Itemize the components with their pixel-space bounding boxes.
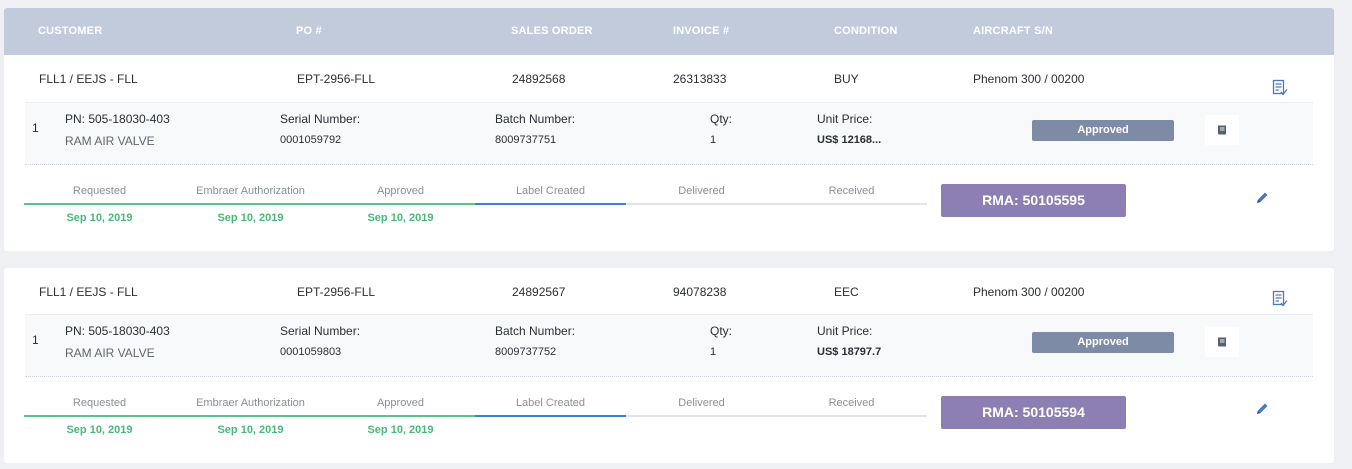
invoice-value: 26313833 xyxy=(673,72,727,86)
notes-check-icon[interactable] xyxy=(1272,290,1288,308)
rma-progress-tracker: Requested Sep 10, 2019 Embraer Authoriza… xyxy=(24,183,927,238)
step-label: Received xyxy=(828,185,875,197)
step-bar xyxy=(325,415,476,417)
qty-label: Qty: xyxy=(710,324,733,338)
step-approved: Approved Sep 10, 2019 xyxy=(325,395,476,450)
line-item: 1 PN: 505-18030-403 RAM AIR VALVE Serial… xyxy=(25,314,1313,377)
aircraft-sn-value: Phenom 300 / 00200 xyxy=(973,285,1085,299)
notes-check-icon[interactable] xyxy=(1272,79,1288,97)
header-aircraft-sn[interactable]: AIRCRAFT S/N xyxy=(973,25,1053,37)
book-icon[interactable] xyxy=(1205,327,1239,357)
step-bar xyxy=(475,203,626,205)
sales-order-value: 24892568 xyxy=(512,72,566,86)
serial-value: 0001059803 xyxy=(280,346,342,358)
step-date: Sep 10, 2019 xyxy=(66,212,133,224)
part-number: PN: 505-18030-403 xyxy=(65,112,170,126)
batch-value: 8009737751 xyxy=(495,134,557,146)
step-label: Approved xyxy=(376,397,425,409)
step-bar xyxy=(626,415,777,417)
unit-price-value: US$ 12168... xyxy=(817,134,882,146)
step-bar xyxy=(24,415,175,417)
serial-value: 0001059792 xyxy=(280,134,342,146)
step-delivered: Delivered xyxy=(626,395,777,450)
header-customer[interactable]: CUSTOMER xyxy=(38,25,102,37)
serial-label: Serial Number: xyxy=(280,324,361,338)
pencil-icon[interactable] xyxy=(1254,190,1270,206)
step-embraer-authorization: Embraer Authorization Sep 10, 2019 xyxy=(175,395,326,450)
step-label: Delivered xyxy=(678,397,725,409)
step-label: Received xyxy=(828,397,875,409)
step-label-created: Label Created xyxy=(475,183,626,238)
table-header: CUSTOMER PO # SALES ORDER INVOICE # COND… xyxy=(4,8,1334,55)
step-bar xyxy=(776,203,927,205)
header-invoice[interactable]: INVOICE # xyxy=(673,25,729,37)
step-date: Sep 10, 2019 xyxy=(66,424,133,436)
part-number: PN: 505-18030-403 xyxy=(65,324,170,338)
status-badge: Approved xyxy=(1032,120,1174,141)
po-value: EPT-2956-FLL xyxy=(297,285,376,299)
header-po[interactable]: PO # xyxy=(296,25,322,37)
step-requested: Requested Sep 10, 2019 xyxy=(24,183,175,238)
qty-value: 1 xyxy=(710,134,717,146)
step-embraer-authorization: Embraer Authorization Sep 10, 2019 xyxy=(175,183,326,238)
order-card: FLL1 / EEJS - FLL EPT-2956-FLL 24892567 … xyxy=(4,268,1334,463)
rma-button[interactable]: RMA: 50105594 xyxy=(941,396,1126,429)
step-bar xyxy=(776,415,927,417)
step-label: Label Created xyxy=(515,185,586,197)
step-label: Requested xyxy=(72,185,127,197)
step-bar xyxy=(175,415,326,417)
step-label: Label Created xyxy=(515,397,586,409)
header-sales-order[interactable]: SALES ORDER xyxy=(511,25,593,37)
customer-value: FLL1 / EEJS - FLL xyxy=(39,72,138,86)
rma-button[interactable]: RMA: 50105595 xyxy=(941,184,1126,217)
item-index: 1 xyxy=(32,121,39,135)
rma-progress-tracker: Requested Sep 10, 2019 Embraer Authoriza… xyxy=(24,395,927,450)
po-value: EPT-2956-FLL xyxy=(297,72,376,86)
step-label-created: Label Created xyxy=(475,395,626,450)
step-delivered: Delivered xyxy=(626,183,777,238)
step-bar xyxy=(475,415,626,417)
step-date: Sep 10, 2019 xyxy=(367,424,434,436)
book-icon[interactable] xyxy=(1205,115,1239,145)
serial-label: Serial Number: xyxy=(280,112,361,126)
step-label: Embraer Authorization xyxy=(196,185,305,197)
batch-label: Batch Number: xyxy=(495,324,576,338)
status-badge: Approved xyxy=(1032,332,1174,353)
unit-price-value: US$ 18797.7 xyxy=(817,346,882,358)
item-index: 1 xyxy=(32,333,39,347)
header-condition[interactable]: CONDITION xyxy=(834,25,898,37)
step-bar xyxy=(175,203,326,205)
step-bar xyxy=(24,203,175,205)
invoice-value: 94078238 xyxy=(673,285,727,299)
order-card: FLL1 / EEJS - FLL EPT-2956-FLL 24892568 … xyxy=(4,55,1334,251)
step-bar xyxy=(626,203,777,205)
unit-price-label: Unit Price: xyxy=(817,112,873,126)
step-bar xyxy=(325,203,476,205)
step-date: Sep 10, 2019 xyxy=(217,424,284,436)
customer-value: FLL1 / EEJS - FLL xyxy=(39,285,138,299)
aircraft-sn-value: Phenom 300 / 00200 xyxy=(973,72,1085,86)
step-date: Sep 10, 2019 xyxy=(217,212,284,224)
step-label: Approved xyxy=(376,185,425,197)
sales-order-value: 24892567 xyxy=(512,285,566,299)
condition-value: EEC xyxy=(834,285,859,299)
pencil-icon[interactable] xyxy=(1254,401,1270,417)
line-item: 1 PN: 505-18030-403 RAM AIR VALVE Serial… xyxy=(25,102,1313,165)
part-description: RAM AIR VALVE xyxy=(65,134,155,148)
step-requested: Requested Sep 10, 2019 xyxy=(24,395,175,450)
batch-value: 8009737752 xyxy=(495,346,557,358)
step-received: Received xyxy=(776,395,927,450)
step-label: Embraer Authorization xyxy=(196,397,305,409)
unit-price-label: Unit Price: xyxy=(817,324,873,338)
step-label: Requested xyxy=(72,397,127,409)
step-approved: Approved Sep 10, 2019 xyxy=(325,183,476,238)
qty-label: Qty: xyxy=(710,112,733,126)
step-received: Received xyxy=(776,183,927,238)
qty-value: 1 xyxy=(710,346,717,358)
part-description: RAM AIR VALVE xyxy=(65,346,155,360)
batch-label: Batch Number: xyxy=(495,112,576,126)
condition-value: BUY xyxy=(834,72,859,86)
step-label: Delivered xyxy=(678,185,725,197)
step-date: Sep 10, 2019 xyxy=(367,212,434,224)
